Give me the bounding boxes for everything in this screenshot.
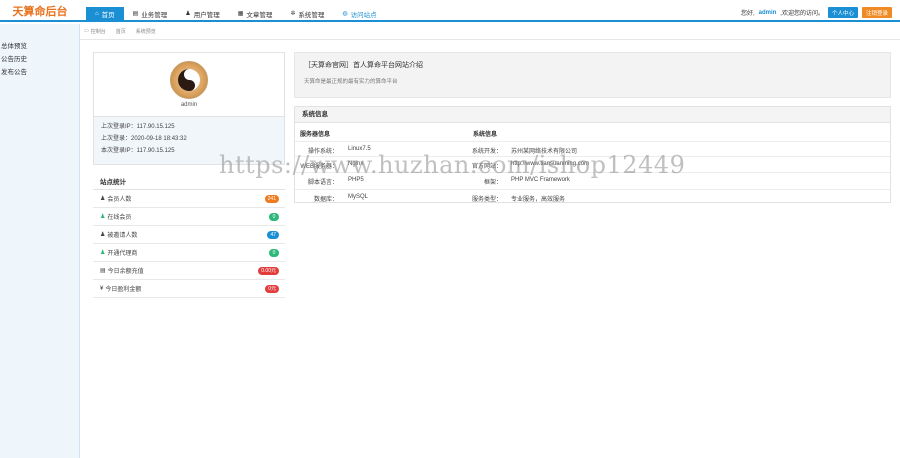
tab-label: 用户管理: [193, 11, 220, 19]
system-info-row: 数据库： MySQL 服务类型： 专业服务，高效服务: [295, 189, 890, 204]
yin-yang-icon: [178, 69, 200, 91]
stat-row: ♟ 被邀请人数 47: [93, 226, 285, 244]
tab-nav-0[interactable]: ⌂ 首页: [86, 7, 124, 20]
stat-badge: 0: [269, 212, 279, 221]
tab-nav-4[interactable]: ✲ 系统管理: [281, 7, 333, 20]
stat-badge: 47: [267, 230, 279, 239]
main-nav: ⌂ 首页 ▤ 业务管理 ♟ 用户管理 ▦ 文章管理 ✲ 系统管理 ◍ 访问站点: [86, 7, 386, 20]
stat-label: 开通代理商: [107, 251, 138, 257]
stat-label: 会员人数: [107, 197, 132, 203]
intro-subtitle: 天算命是最正规的最有实力的算命平台: [304, 79, 398, 85]
tab-label: 文章管理: [246, 11, 273, 19]
stat-row: ♟ 在线会员 0: [93, 208, 285, 226]
stat-badge: 0元: [265, 284, 279, 293]
wallet-icon: ▤: [100, 268, 106, 274]
intro-title: ［天算命官网］首人算命平台网站介绍: [304, 62, 423, 69]
sidebar: 总体预览 公告历史 发布公告: [0, 24, 80, 458]
article-icon: ▦: [237, 11, 244, 17]
stat-label: 今日盈利金额: [105, 287, 142, 293]
username-link[interactable]: admin: [759, 10, 777, 16]
stat-label: 今日余额充值: [107, 269, 144, 275]
breadcrumb: ▭ 控制台 首页 系统预览: [84, 26, 156, 36]
system-info-heading: 系统信息: [473, 132, 498, 138]
user-box: 您好, admin ,欢迎您的访问。 个人中心 注销登录: [741, 7, 892, 18]
sidebar-item-overview[interactable]: 总体预览: [0, 40, 79, 53]
stat-badge: 0: [269, 248, 279, 257]
user-online-icon: ♟: [100, 250, 106, 256]
stat-badge: 241: [264, 194, 279, 203]
breadcrumb-home-label: 控制台: [90, 28, 106, 35]
system-info-title: 系统信息: [295, 107, 890, 123]
profile-name: admin: [180, 102, 198, 108]
divider: [80, 39, 900, 40]
globe-icon: ◍: [342, 11, 348, 17]
user-icon: ♟: [100, 232, 106, 238]
last-login-time: 上次登录：2020-09-18 18:43:32: [101, 136, 187, 142]
site-stats: 站点统计 ♟ 会员人数 241 ♟ 在线会员 0 ♟ 被邀请人数 47 ♟ 开通代理商 0 ▤ 今日余额充…: [93, 175, 285, 298]
sidebar-item-notice-history[interactable]: 公告历史: [0, 53, 79, 66]
profile-center-button[interactable]: 个人中心: [827, 7, 858, 18]
avatar: [170, 61, 208, 99]
user-online-icon: ♟: [100, 214, 106, 220]
breadcrumb-item: 系统预览: [135, 28, 156, 35]
stat-row: ♟ 会员人数 241: [93, 190, 285, 208]
app-logo[interactable]: 天算命后台: [0, 0, 80, 22]
watermark: https://www.huzhan.com/ishop12449: [219, 151, 686, 179]
tab-label: 访问站点: [350, 11, 377, 19]
document-icon: ▤: [132, 11, 139, 17]
stat-label-group: ▤ 今日余额充值: [100, 266, 144, 275]
stat-row: ♟ 开通代理商 0: [93, 244, 285, 262]
greeting-text: 您好,: [740, 11, 755, 17]
top-bar: 天算命后台 ⌂ 首页 ▤ 业务管理 ♟ 用户管理 ▦ 文章管理 ✲ 系统管理 ◍ 访问站点 您好, a…: [0, 0, 900, 22]
tab-nav-2[interactable]: ♟ 用户管理: [176, 7, 228, 20]
breadcrumb-home[interactable]: ▭ 控制台: [84, 28, 106, 35]
stat-label-group: ♟ 被邀请人数: [100, 230, 137, 239]
stat-label-group: ¥ 今日盈利金额: [100, 284, 142, 294]
info-value: 专业服务，高效服务: [511, 197, 566, 203]
welcome-text: ,欢迎您的访问。: [780, 11, 824, 17]
user-icon: ♟: [100, 196, 106, 202]
info-value: MySQL: [348, 194, 369, 200]
user-icon: ♟: [185, 11, 191, 17]
sidebar-item-publish-notice[interactable]: 发布公告: [0, 66, 79, 79]
tab-nav-1[interactable]: ▤ 业务管理: [124, 7, 177, 20]
breadcrumb-item[interactable]: 首页: [116, 28, 126, 35]
yen-icon: ¥: [100, 285, 104, 292]
server-info-heading: 服务器信息: [300, 132, 331, 138]
home-icon: ⌂: [95, 10, 99, 17]
tab-label: 首页: [101, 11, 115, 19]
tab-nav-3[interactable]: ▦ 文章管理: [229, 7, 282, 20]
stat-label-group: ♟ 开通代理商: [100, 248, 137, 257]
info-key: 服务类型：: [471, 197, 502, 203]
stat-badge: 0.00元: [258, 266, 279, 275]
stat-row: ¥ 今日盈利金额 0元: [93, 280, 285, 298]
stat-label-group: ♟ 在线会员: [100, 212, 131, 221]
last-login-ip: 上次登录IP：117.90.15.125: [101, 124, 175, 130]
intro-box: ［天算命官网］首人算命平台网站介绍 天算命是最正规的最有实力的算命平台: [294, 52, 891, 98]
gear-icon: ✲: [290, 11, 296, 17]
info-key: 数据库：: [313, 197, 338, 203]
stat-label-group: ♟ 会员人数: [100, 194, 131, 203]
profile-card: admin 上次登录IP：117.90.15.125 上次登录：2020-09-…: [93, 52, 285, 165]
monitor-icon: ▭: [84, 28, 89, 34]
stat-row: ▤ 今日余额充值 0.00元: [93, 262, 285, 280]
tab-label: 业务管理: [141, 11, 168, 19]
tab-nav-5[interactable]: ◍ 访问站点: [333, 7, 385, 20]
stat-label: 在线会员: [107, 215, 132, 221]
tab-label: 系统管理: [298, 11, 325, 19]
logout-button[interactable]: 注销登录: [861, 7, 892, 18]
stat-label: 被邀请人数: [107, 233, 138, 239]
